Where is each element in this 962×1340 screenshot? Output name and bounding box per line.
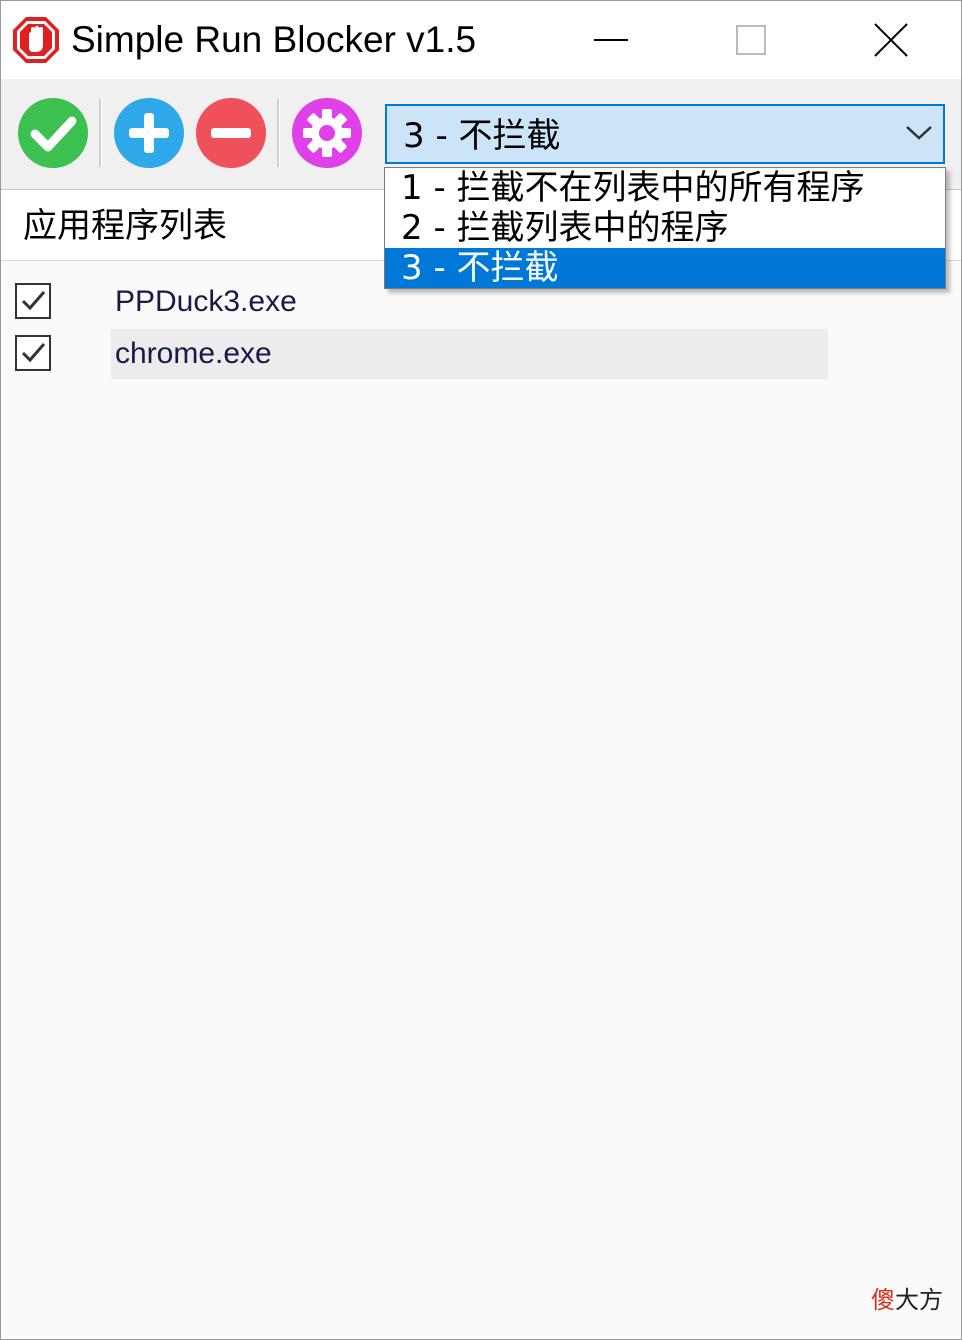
window-title: Simple Run Blocker v1.5 <box>71 19 477 60</box>
list-item[interactable]: chrome.exe <box>1 329 961 379</box>
checkmark-icon <box>21 291 46 311</box>
item-checkbox[interactable] <box>15 283 51 319</box>
chevron-down-icon <box>905 124 933 146</box>
title-bar[interactable]: Simple Run Blocker v1.5 <box>1 1 961 79</box>
watermark-red-text: 傻 <box>871 1286 895 1314</box>
toolbar-separator <box>277 99 280 167</box>
minus-icon <box>196 98 266 168</box>
mode-select[interactable]: 3 - 不拦截 <box>385 104 945 164</box>
mode-dropdown-list: 1 - 拦截不在列表中的所有程序 2 - 拦截列表中的程序 3 - 不拦截 <box>384 167 946 289</box>
add-button[interactable] <box>113 97 185 169</box>
check-icon <box>18 98 88 168</box>
watermark: 傻大方 <box>871 1280 943 1315</box>
item-checkbox[interactable] <box>15 335 51 371</box>
mode-option-1[interactable]: 1 - 拦截不在列表中的所有程序 <box>385 168 945 208</box>
mode-select-value: 3 - 不拦截 <box>403 116 561 156</box>
app-window: Simple Run Blocker v1.5 3 - 不拦截 1 - 拦截不在… <box>0 0 962 1340</box>
item-name: chrome.exe <box>111 329 828 379</box>
watermark-text: 大方 <box>895 1286 943 1314</box>
plus-icon <box>114 98 184 168</box>
enable-button[interactable] <box>17 97 89 169</box>
stop-hand-icon <box>11 15 61 65</box>
mode-option-2[interactable]: 2 - 拦截列表中的程序 <box>385 208 945 248</box>
app-list: PPDuck3.exe chrome.exe <box>1 261 961 1339</box>
minimize-icon <box>594 39 628 41</box>
settings-button[interactable] <box>291 97 363 169</box>
remove-button[interactable] <box>195 97 267 169</box>
close-icon <box>874 23 908 57</box>
maximize-icon <box>736 25 766 55</box>
mode-option-3[interactable]: 3 - 不拦截 <box>385 248 945 288</box>
minimize-button[interactable] <box>541 1 681 79</box>
item-name: PPDuck3.exe <box>115 285 297 318</box>
maximize-button[interactable] <box>681 1 821 79</box>
list-header-label: 应用程序列表 <box>23 206 227 246</box>
checkmark-icon <box>21 343 46 363</box>
gear-icon <box>292 98 362 168</box>
close-button[interactable] <box>821 1 961 79</box>
toolbar-separator <box>99 99 102 167</box>
